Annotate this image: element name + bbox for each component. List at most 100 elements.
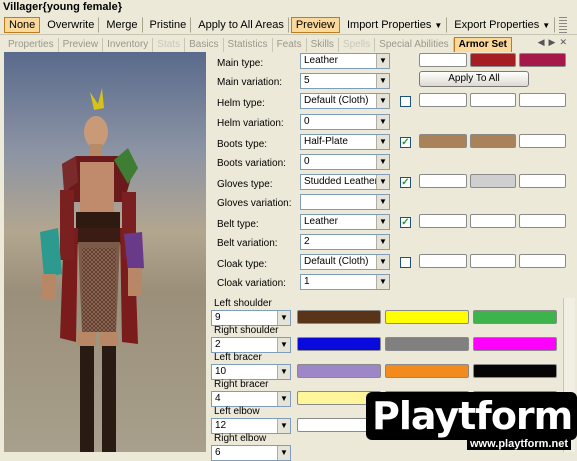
part-color-2-swatch[interactable] xyxy=(385,364,469,378)
main-variation-label: Main variation: xyxy=(217,77,283,88)
part-color-1-swatch[interactable] xyxy=(297,310,381,324)
chevron-down-icon: ▼ xyxy=(376,155,389,169)
chevron-down-icon: ▼ xyxy=(277,446,290,460)
cloak-color-2-swatch[interactable] xyxy=(470,254,516,268)
gloves-color-1-swatch[interactable] xyxy=(419,174,467,188)
main-type-select[interactable]: Leather ▼ xyxy=(300,53,390,69)
tab-preview[interactable]: Preview xyxy=(59,38,104,52)
apply-all-areas-button[interactable]: Apply to All Areas xyxy=(193,16,289,33)
toolbar-overflow-icon[interactable] xyxy=(559,16,568,33)
tab-scroll-arrows[interactable]: ◀▶✕ xyxy=(538,37,571,48)
gloves-type-value: Studded Leather xyxy=(304,176,378,187)
gloves-color-3-swatch[interactable] xyxy=(519,174,566,188)
character-preview[interactable] xyxy=(4,52,206,452)
boots-color-1-swatch[interactable] xyxy=(419,134,467,148)
boots-type-select[interactable]: Half-Plate ▼ xyxy=(300,134,390,150)
boots-visible-checkbox[interactable]: ✓ xyxy=(400,137,411,148)
part-color-2-swatch[interactable] xyxy=(385,337,469,351)
gloves-type-select[interactable]: Studded Leather ▼ xyxy=(300,174,390,190)
tab-skills[interactable]: Skills xyxy=(307,38,339,52)
overwrite-button[interactable]: Overwrite xyxy=(42,16,100,33)
gloves-variation-select[interactable]: ▼ xyxy=(300,194,390,210)
tab-strip: Properties Preview Inventory Stats Basic… xyxy=(0,36,577,52)
tab-special-abilities[interactable]: Special Abilities xyxy=(375,38,454,52)
part-variation-select[interactable]: 4 ▼ xyxy=(211,391,291,407)
part-variation-value: 2 xyxy=(215,339,221,350)
cloak-variation-value: 1 xyxy=(304,276,310,287)
import-properties-button[interactable]: Import Properties ▼ xyxy=(342,16,448,33)
watermark-url: www.playtform.net xyxy=(467,438,571,450)
part-variation-select[interactable]: 12 ▼ xyxy=(211,418,291,434)
export-properties-label: Export Properties xyxy=(454,18,540,31)
belt-type-select[interactable]: Leather ▼ xyxy=(300,214,390,230)
part-color-1-swatch[interactable] xyxy=(297,364,381,378)
belt-variation-select[interactable]: 2 ▼ xyxy=(300,234,390,250)
part-variation-select[interactable]: 9 ▼ xyxy=(211,310,291,326)
part-variation-select[interactable]: 6 ▼ xyxy=(211,445,291,461)
cloak-type-label: Cloak type: xyxy=(217,259,268,270)
boots-color-3-swatch[interactable] xyxy=(519,134,566,148)
tab-spells[interactable]: Spells xyxy=(339,38,376,52)
cloak-color-1-swatch[interactable] xyxy=(419,254,467,268)
pristine-button[interactable]: Pristine xyxy=(145,16,192,33)
part-label: Right elbow xyxy=(214,433,267,444)
none-button[interactable]: None xyxy=(4,16,41,33)
gloves-visible-checkbox[interactable]: ✓ xyxy=(400,177,411,188)
belt-color-1-swatch[interactable] xyxy=(419,214,467,228)
part-variation-value: 6 xyxy=(215,447,221,458)
boots-variation-select[interactable]: 0 ▼ xyxy=(300,154,390,170)
cloak-visible-checkbox[interactable] xyxy=(400,257,411,268)
main-color-3-swatch[interactable] xyxy=(519,53,566,67)
belt-visible-checkbox[interactable]: ✓ xyxy=(400,217,411,228)
chevron-down-icon: ▼ xyxy=(277,392,290,406)
helm-color-3-swatch[interactable] xyxy=(519,93,566,107)
part-color-2-swatch[interactable] xyxy=(385,310,469,324)
character-model-image xyxy=(40,88,144,452)
tab-basics[interactable]: Basics xyxy=(185,38,224,52)
belt-type-label: Belt type: xyxy=(217,219,259,230)
helm-variation-label: Helm variation: xyxy=(217,118,284,129)
part-label: Left bracer xyxy=(214,352,262,363)
part-color-1-swatch[interactable] xyxy=(297,337,381,351)
belt-variation-label: Belt variation: xyxy=(217,238,278,249)
helm-type-select[interactable]: Default (Cloth) ▼ xyxy=(300,93,390,109)
watermark-logo: Playtform www.playtform.net xyxy=(366,392,577,452)
part-color-3-swatch[interactable] xyxy=(473,310,557,324)
boots-color-2-swatch[interactable] xyxy=(470,134,516,148)
chevron-down-icon: ▼ xyxy=(542,20,551,30)
main-variation-select[interactable]: 5 ▼ xyxy=(300,73,390,89)
helm-variation-select[interactable]: 0 ▼ xyxy=(300,114,390,130)
gloves-type-label: Gloves type: xyxy=(217,179,273,190)
cloak-type-select[interactable]: Default (Cloth) ▼ xyxy=(300,254,390,270)
part-variation-select[interactable]: 2 ▼ xyxy=(211,337,291,353)
part-variation-select[interactable]: 10 ▼ xyxy=(211,364,291,380)
gloves-color-2-swatch[interactable] xyxy=(470,174,516,188)
apply-to-all-button[interactable]: Apply To All xyxy=(419,71,529,87)
helm-color-1-swatch[interactable] xyxy=(419,93,467,107)
helm-color-2-swatch[interactable] xyxy=(470,93,516,107)
chevron-down-icon: ▼ xyxy=(277,311,290,325)
tab-feats[interactable]: Feats xyxy=(273,38,307,52)
export-properties-button[interactable]: Export Properties ▼ xyxy=(449,16,556,33)
helm-visible-checkbox[interactable] xyxy=(400,96,411,107)
main-color-1-swatch[interactable] xyxy=(419,53,467,67)
part-color-3-swatch[interactable] xyxy=(473,364,557,378)
main-color-2-swatch[interactable] xyxy=(470,53,516,67)
preview-button[interactable]: Preview xyxy=(290,16,340,33)
belt-color-3-swatch[interactable] xyxy=(519,214,566,228)
chevron-down-icon: ▼ xyxy=(277,419,290,433)
tab-inventory[interactable]: Inventory xyxy=(103,38,154,52)
part-color-3-swatch[interactable] xyxy=(473,337,557,351)
cloak-variation-select[interactable]: 1 ▼ xyxy=(300,274,390,290)
chevron-down-icon: ▼ xyxy=(376,94,389,108)
tab-properties[interactable]: Properties xyxy=(4,38,59,52)
cloak-color-3-swatch[interactable] xyxy=(519,254,566,268)
merge-button[interactable]: Merge xyxy=(101,16,143,33)
tab-armor-set[interactable]: Armor Set xyxy=(453,37,513,52)
chevron-down-icon: ▼ xyxy=(376,115,389,129)
tab-stats[interactable]: Stats xyxy=(153,38,186,52)
window-title: Villager{young female} xyxy=(0,0,577,15)
belt-color-2-swatch[interactable] xyxy=(470,214,516,228)
tab-statistics[interactable]: Statistics xyxy=(224,38,273,52)
part-label: Left shoulder xyxy=(214,298,272,309)
